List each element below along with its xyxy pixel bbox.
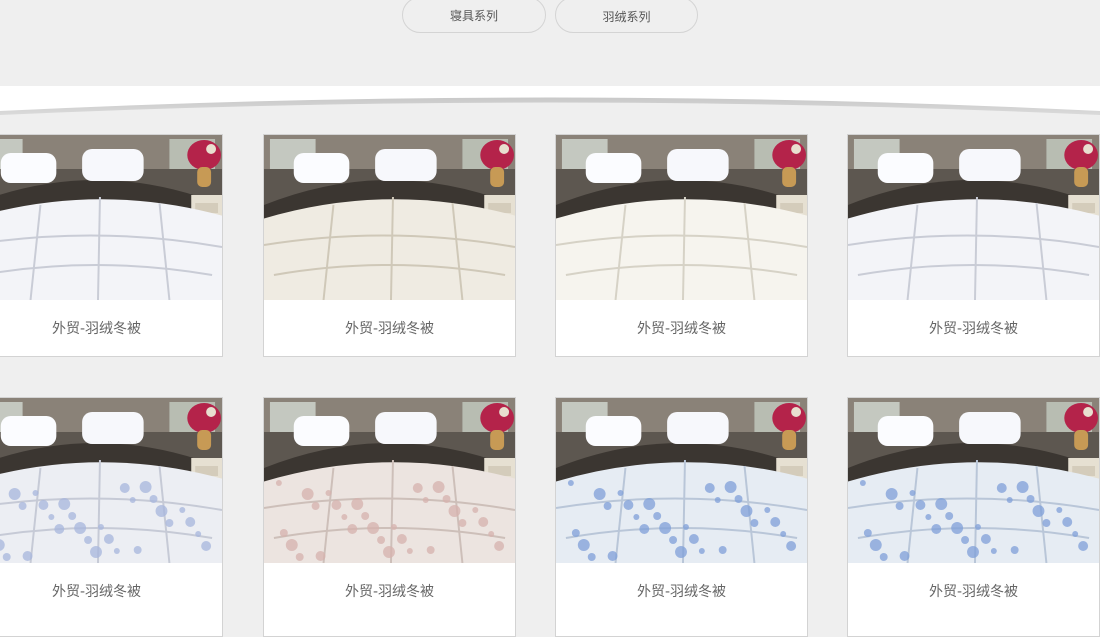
product-card[interactable]: 外贸-羽绒冬被 [263, 134, 516, 357]
product-name: 外贸-羽绒冬被 [0, 563, 222, 621]
product-name: 外贸-羽绒冬被 [556, 300, 807, 356]
product-image [848, 398, 1099, 563]
tab-down-series[interactable]: 羽绒系列 [555, 0, 698, 33]
product-card[interactable]: 外贸-羽绒冬被 [555, 134, 808, 357]
category-tab-bar: 寝具系列 羽绒系列 [0, 0, 1100, 86]
product-card[interactable]: 外贸-羽绒冬被 [0, 397, 223, 637]
product-image [264, 398, 515, 563]
product-card[interactable]: 外贸-羽绒冬被 [555, 397, 808, 637]
product-name: 外贸-羽绒冬被 [264, 563, 515, 621]
product-card[interactable]: 外贸-羽绒冬被 [847, 397, 1100, 637]
product-image [0, 398, 222, 563]
tab-bedding-series[interactable]: 寝具系列 [402, 0, 546, 33]
product-name: 外贸-羽绒冬被 [264, 300, 515, 356]
product-card[interactable]: 外贸-羽绒冬被 [0, 134, 223, 357]
product-image [556, 135, 807, 300]
product-card[interactable]: 外贸-羽绒冬被 [263, 397, 516, 637]
product-name: 外贸-羽绒冬被 [0, 300, 222, 356]
product-name: 外贸-羽绒冬被 [556, 563, 807, 621]
product-card[interactable]: 外贸-羽绒冬被 [847, 134, 1100, 357]
product-image [0, 135, 222, 300]
product-image [264, 135, 515, 300]
section-wave-divider [0, 86, 1100, 136]
product-name: 外贸-羽绒冬被 [848, 300, 1099, 356]
product-image [556, 398, 807, 563]
product-name: 外贸-羽绒冬被 [848, 563, 1099, 621]
product-image [848, 135, 1099, 300]
